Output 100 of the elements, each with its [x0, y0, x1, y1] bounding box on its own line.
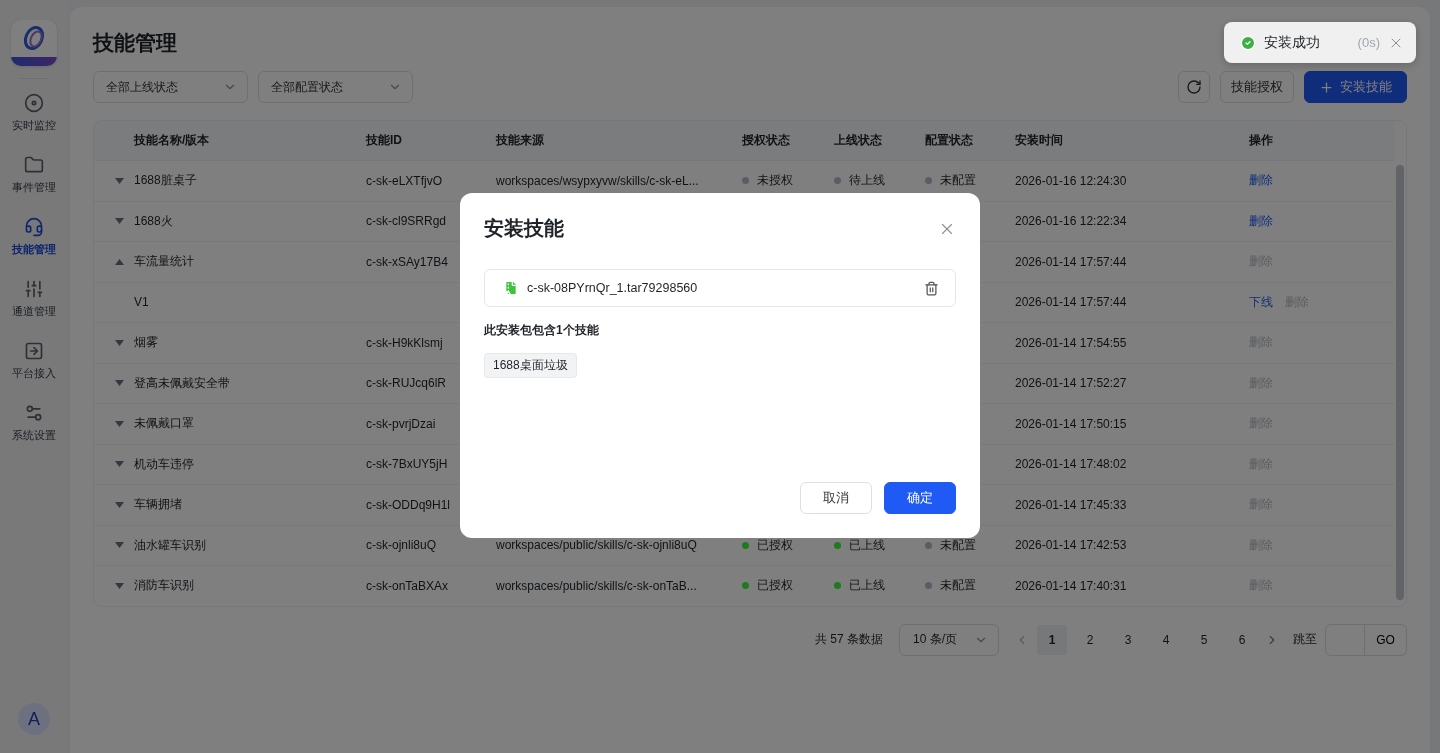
delete-button[interactable]	[924, 280, 939, 296]
install-time: 2026-01-16 12:22:34	[1014, 214, 1128, 229]
status-text: 未配置	[940, 172, 976, 190]
go-button[interactable]: GO	[1365, 623, 1407, 656]
skill-id: c-sk-H9kKlsmj	[365, 335, 444, 350]
refresh-button[interactable]	[1178, 71, 1210, 103]
page-button[interactable]: 6	[1227, 624, 1257, 655]
headset-icon	[24, 217, 44, 237]
caret-down-icon[interactable]	[115, 218, 124, 225]
jump-label: 跳至	[1293, 631, 1317, 648]
page-button[interactable]: 2	[1075, 624, 1105, 655]
caret-down-icon[interactable]	[115, 177, 124, 184]
skill-id: c-sk-ODDq9H1l	[365, 497, 451, 512]
skill-id: c-sk-RUJcq6lR	[365, 376, 447, 391]
action-link[interactable]: 删除	[1249, 172, 1273, 190]
skill-name: 1688火	[133, 212, 174, 230]
page-button[interactable]: 4	[1151, 624, 1181, 655]
skill-id: c-sk-7BxUY5jH	[365, 457, 449, 472]
page-button[interactable]: 1	[1037, 624, 1067, 655]
total-count: 共 57 条数据	[815, 631, 883, 648]
caret-down-icon[interactable]	[115, 501, 124, 508]
skill-id: c-sk-ojnli8uQ	[365, 538, 438, 553]
status-text: 未配置	[940, 577, 976, 595]
check-icon	[1240, 34, 1256, 51]
status-text: 未授权	[757, 172, 793, 190]
install-time: 2026-01-14 17:50:15	[1014, 416, 1128, 431]
nav-item[interactable]: 事件管理	[12, 155, 56, 217]
skill-id: c-sk-cl9SRRgd	[365, 214, 447, 229]
cancel-button[interactable]: 取消	[800, 482, 872, 514]
toast-countdown: (0s)	[1357, 35, 1380, 50]
install-button[interactable]: 安装技能	[1304, 71, 1407, 103]
confirm-button[interactable]: 确定	[884, 482, 956, 514]
status-text: 已授权	[757, 536, 793, 554]
page-size-select[interactable]: 10 条/页	[899, 623, 999, 656]
skill-name: 机动车违停	[133, 455, 195, 473]
install-time: 2026-01-14 17:57:44	[1014, 254, 1128, 269]
scrollbar[interactable]	[1396, 165, 1404, 600]
caret-down-icon[interactable]	[115, 542, 124, 549]
trash-icon	[924, 280, 939, 296]
page-button[interactable]: 5	[1189, 624, 1219, 655]
nav-item[interactable]: 系统设置	[12, 403, 56, 465]
skill-source: workspaces/public/skills/c-sk-onTaB...	[495, 578, 698, 593]
install-time: 2026-01-14 17:42:53	[1014, 538, 1128, 553]
user-avatar[interactable]: A	[18, 703, 50, 735]
nav-item[interactable]: 平台接入	[12, 341, 56, 403]
skill-name: 油水罐车识别	[133, 536, 207, 554]
nav-item[interactable]: 通道管理	[12, 279, 56, 341]
skill-id: c-sk-onTaBXAx	[365, 578, 450, 593]
filter-select[interactable]: 全部上线状态	[93, 71, 248, 103]
authorize-button[interactable]: 技能授权	[1220, 71, 1294, 103]
column-header: 技能ID	[365, 132, 403, 149]
skill-name: V1	[133, 295, 150, 310]
skill-name: 消防车识别	[133, 577, 195, 595]
caret-down-icon[interactable]	[115, 339, 124, 346]
page-title: 技能管理	[93, 33, 177, 53]
column-header: 上线状态	[833, 132, 883, 149]
skill-name: 1688脏桌子	[133, 172, 198, 190]
install-time: 2026-01-14 17:57:44	[1014, 295, 1128, 310]
arrow-box-icon	[24, 341, 44, 361]
page-button[interactable]: 3	[1113, 624, 1143, 655]
caret-up-icon[interactable]	[115, 258, 124, 265]
column-header: 技能来源	[495, 132, 545, 149]
sliders-icon	[24, 279, 44, 299]
install-time: 2026-01-14 17:52:27	[1014, 376, 1128, 391]
folder-icon	[24, 155, 44, 175]
skill-name: 车辆拥堵	[133, 496, 183, 514]
install-time: 2026-01-16 12:24:30	[1014, 173, 1128, 188]
plus-icon	[1319, 79, 1334, 95]
caret-down-icon[interactable]	[115, 420, 124, 427]
action-link[interactable]: 下线	[1249, 293, 1273, 311]
column-header: 技能名称/版本	[133, 132, 211, 149]
status-text: 已上线	[849, 536, 885, 554]
filter-select[interactable]: 全部配置状态	[258, 71, 413, 103]
skill-id: c-sk-xSAy17B4	[365, 254, 449, 269]
caret-down-icon[interactable]	[115, 461, 124, 468]
settings-icon	[24, 403, 44, 423]
nav-item[interactable]: 实时监控	[12, 93, 56, 155]
skill-id: c-sk-eLXTfjvO	[365, 173, 443, 188]
toast-message: 安装成功	[1264, 33, 1321, 52]
status-text: 待上线	[849, 172, 885, 190]
install-time: 2026-01-14 17:40:31	[1014, 578, 1128, 593]
archive-file-icon	[503, 280, 519, 296]
skill-name: 车流量统计	[133, 253, 195, 271]
status-text: 已授权	[757, 577, 793, 595]
caret-down-icon[interactable]	[115, 582, 124, 589]
column-header: 操作	[1248, 132, 1274, 149]
skill-name: 登高未佩戴安全带	[133, 374, 231, 392]
file-name: c-sk-08PYrnQr_1.tar79298560	[527, 281, 699, 295]
column-header: 授权状态	[741, 132, 791, 149]
install-time: 2026-01-14 17:54:55	[1014, 335, 1128, 350]
install-time: 2026-01-14 17:45:33	[1014, 497, 1128, 512]
skill-tag: 1688桌面垃圾	[484, 353, 577, 378]
skill-name: 未佩戴口罩	[133, 415, 195, 433]
nav-item[interactable]: 技能管理	[12, 217, 56, 279]
install-time: 2026-01-14 17:48:02	[1014, 457, 1128, 472]
app-logo[interactable]	[11, 20, 57, 66]
caret-down-icon[interactable]	[115, 380, 124, 387]
action-link[interactable]: 删除	[1249, 212, 1273, 230]
skill-name: 烟雾	[133, 334, 159, 352]
package-summary: 此安装包包含1个技能	[484, 322, 600, 339]
